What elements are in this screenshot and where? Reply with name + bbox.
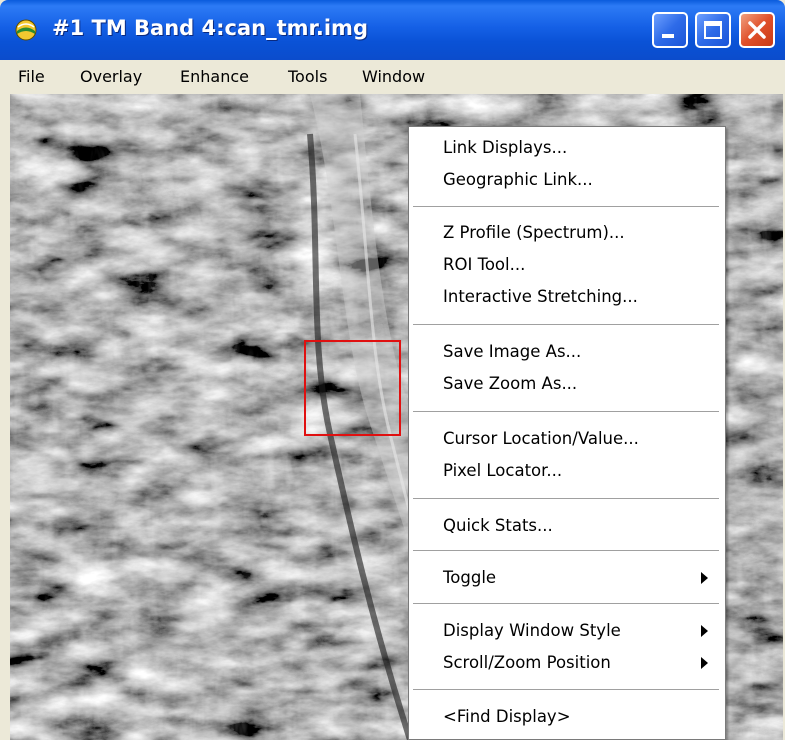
menu-separator (413, 206, 719, 207)
menu-item-label: Cursor Location/Value... (443, 429, 639, 448)
menu-item-quick-stats[interactable]: Quick Stats... (409, 511, 725, 541)
minimize-button[interactable] (652, 12, 688, 48)
menu-item-save-zoom-as[interactable]: Save Zoom As... (409, 369, 725, 399)
menu-file[interactable]: File (18, 67, 45, 86)
menu-separator (413, 498, 719, 499)
envi-app-icon (14, 18, 38, 42)
context-menu: Link Displays... Geographic Link... Z Pr… (408, 126, 726, 740)
menu-overlay[interactable]: Overlay (80, 67, 142, 86)
menu-item-geographic-link[interactable]: Geographic Link... (409, 165, 725, 195)
menu-bar: File Overlay Enhance Tools Window (0, 60, 785, 92)
menu-item-label: <Find Display> (443, 707, 571, 726)
menu-item-label: Save Image As... (443, 342, 582, 361)
window-title: #1 TM Band 4:can_tmr.img (52, 16, 368, 40)
menu-separator (413, 689, 719, 690)
menu-item-display-window-style[interactable]: Display Window Style (409, 616, 725, 646)
close-button[interactable] (739, 12, 775, 48)
menu-separator (413, 411, 719, 412)
menu-item-label: Z Profile (Spectrum)... (443, 223, 625, 242)
menu-item-toggle[interactable]: Toggle (409, 563, 725, 593)
menu-window[interactable]: Window (362, 67, 425, 86)
menu-item-z-profile[interactable]: Z Profile (Spectrum)... (409, 218, 725, 248)
submenu-arrow-icon (701, 657, 708, 669)
submenu-arrow-icon (701, 625, 708, 637)
menu-item-label: Save Zoom As... (443, 374, 578, 393)
menu-item-roi-tool[interactable]: ROI Tool... (409, 250, 725, 280)
menu-item-label: Interactive Stretching... (443, 287, 638, 306)
maximize-button[interactable] (695, 12, 731, 48)
menu-enhance[interactable]: Enhance (180, 67, 249, 86)
menu-item-pixel-locator[interactable]: Pixel Locator... (409, 456, 725, 486)
menu-item-label: Pixel Locator... (443, 461, 563, 480)
menu-item-label: Scroll/Zoom Position (443, 653, 611, 672)
menu-item-interactive-stretching[interactable]: Interactive Stretching... (409, 282, 725, 312)
menu-item-label: Geographic Link... (443, 170, 593, 189)
menu-item-label: Quick Stats... (443, 516, 553, 535)
menu-item-find-display[interactable]: <Find Display> (409, 702, 725, 732)
menu-item-scroll-zoom-position[interactable]: Scroll/Zoom Position (409, 648, 725, 678)
menu-item-cursor-location[interactable]: Cursor Location/Value... (409, 424, 725, 454)
display-window: #1 TM Band 4:can_tmr.img File Overlay En… (0, 0, 785, 740)
menu-item-save-image-as[interactable]: Save Image As... (409, 337, 725, 367)
menu-item-label: ROI Tool... (443, 255, 526, 274)
menu-separator (413, 550, 719, 551)
menu-item-label: Display Window Style (443, 621, 621, 640)
title-bar[interactable]: #1 TM Band 4:can_tmr.img (0, 0, 785, 60)
menu-item-link-displays[interactable]: Link Displays... (409, 133, 725, 163)
menu-separator (413, 603, 719, 604)
submenu-arrow-icon (701, 572, 708, 584)
menu-separator (413, 324, 719, 325)
menu-item-label: Toggle (443, 568, 497, 587)
zoom-region-box[interactable] (304, 340, 401, 436)
menu-item-label: Link Displays... (443, 138, 568, 157)
menu-tools[interactable]: Tools (288, 67, 327, 86)
